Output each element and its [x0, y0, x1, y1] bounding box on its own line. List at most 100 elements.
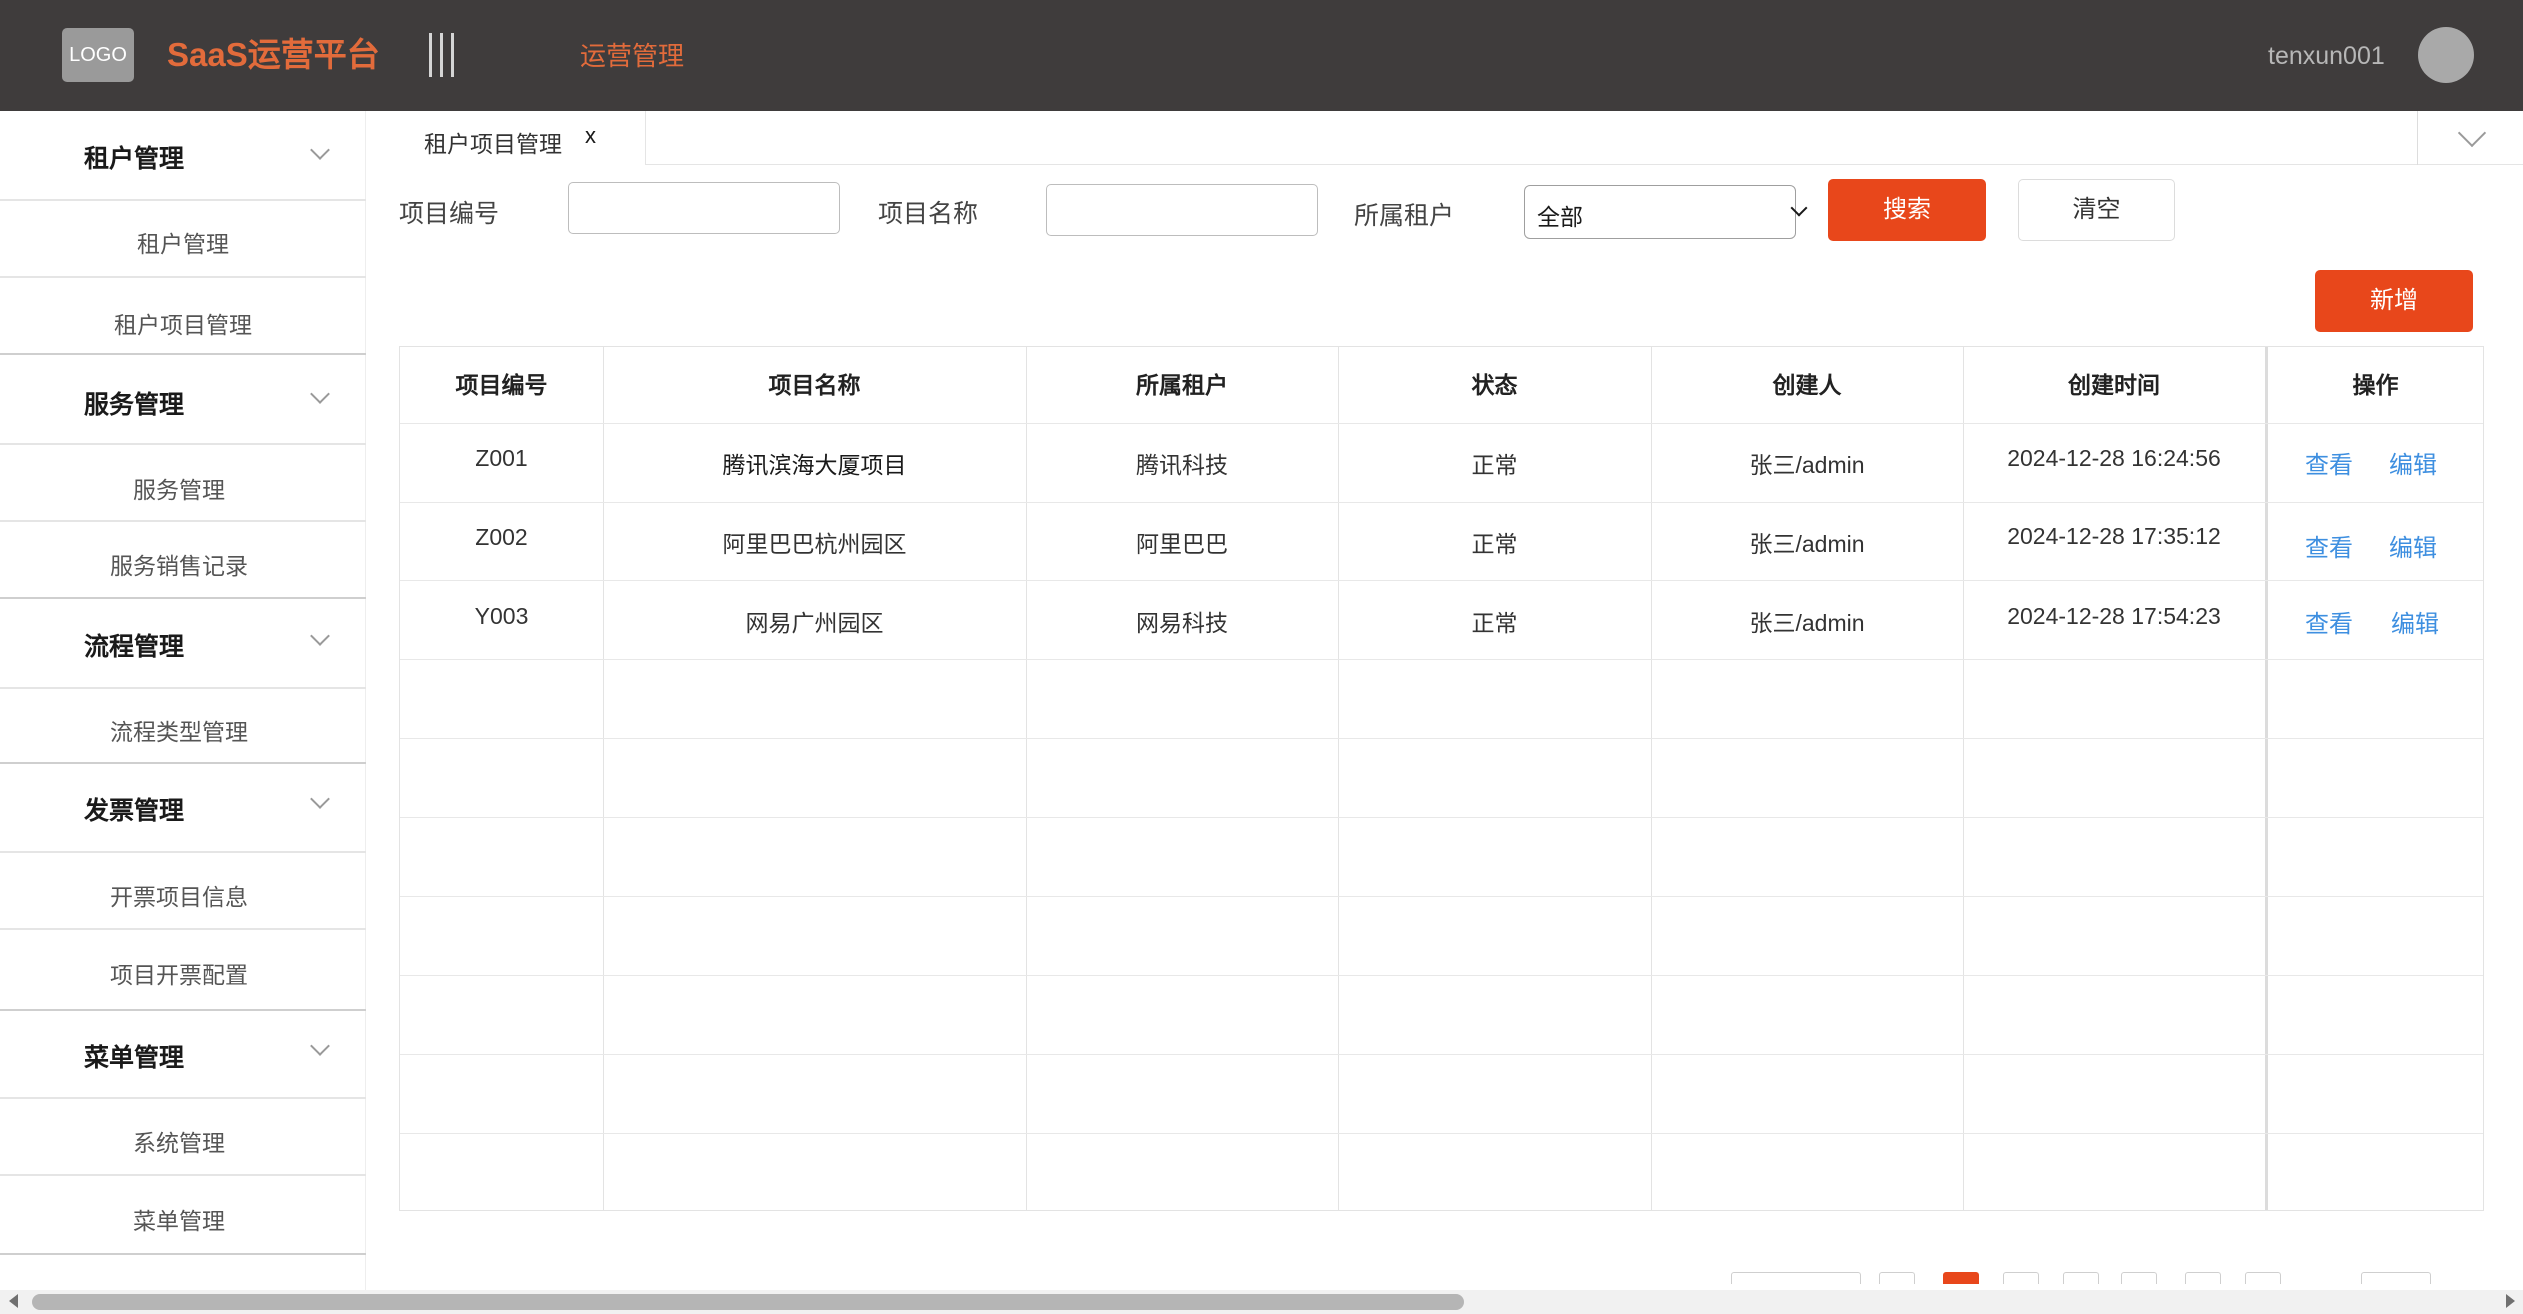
column-header-status: 状态 — [1471, 372, 1518, 398]
prev-page-button[interactable] — [1879, 1272, 1915, 1284]
view-link[interactable]: 查看 — [2305, 445, 2353, 480]
sidebar-item-process-type[interactable]: 流程类型管理 — [0, 689, 366, 773]
tab-label: 租户项目管理 — [424, 131, 562, 157]
sidebar-item-label: 租户项目管理 — [114, 312, 252, 338]
column-header-tenant: 所属租户 — [1136, 372, 1228, 398]
column-header-creator: 创建人 — [1772, 372, 1842, 398]
chevron-down-icon — [310, 140, 330, 160]
menu-toggle-icon[interactable] — [429, 33, 455, 77]
nav-item-operations[interactable]: 运营管理 — [580, 38, 684, 74]
page-button[interactable] — [2003, 1272, 2039, 1284]
avatar[interactable] — [2418, 27, 2474, 83]
sidebar-group-label: 租户管理 — [84, 145, 185, 173]
page-button[interactable] — [2185, 1272, 2221, 1284]
sidebar-group-invoice[interactable]: 发票管理 — [0, 764, 366, 852]
sidebar-group-label: 服务管理 — [84, 391, 185, 419]
sidebar-item-label: 流程类型管理 — [110, 719, 248, 745]
sidebar-group-service[interactable]: 服务管理 — [0, 355, 366, 443]
scrollbar-thumb[interactable] — [32, 1294, 1464, 1310]
sidebar-item-tenant-project[interactable]: 租户项目管理 — [0, 278, 366, 354]
tab-dropdown[interactable] — [2417, 111, 2523, 165]
table-cell-tenant: 阿里巴巴 — [1136, 531, 1228, 557]
table-cell-creator: 张三/admin — [1749, 452, 1865, 478]
sidebar-item-system[interactable]: 系统管理 — [0, 1099, 366, 1175]
tenant-select-value: 全部 — [1537, 204, 1583, 230]
divider — [0, 1253, 366, 1255]
sidebar-item-label: 开票项目信息 — [110, 884, 248, 910]
sidebar-item-label: 服务管理 — [133, 477, 225, 503]
edit-link[interactable]: 编辑 — [2389, 528, 2437, 563]
app-title: SaaS运营平台 — [167, 36, 380, 73]
sidebar-item-service[interactable]: 服务管理 — [0, 445, 366, 521]
logo: LOGO — [62, 28, 134, 82]
column-header-actions: 操作 — [2352, 372, 2399, 398]
page-jump-input[interactable] — [2361, 1272, 2431, 1284]
clear-button[interactable]: 清空 — [2018, 179, 2175, 241]
table-cell-code: Y003 — [474, 603, 529, 629]
project-name-input[interactable] — [1046, 184, 1318, 236]
add-button[interactable]: 新增 — [2315, 270, 2473, 332]
sidebar-item-menu[interactable]: 菜单管理 — [0, 1176, 366, 1252]
sidebar-item-tenant[interactable]: 租户管理 — [0, 201, 366, 277]
table-cell-created-at: 2024-12-28 17:54:23 — [2007, 603, 2221, 629]
project-code-label: 项目编号 — [399, 200, 500, 228]
sidebar-group-label: 菜单管理 — [84, 1044, 185, 1072]
tenant-label: 所属租户 — [1354, 202, 1455, 230]
column-header-created-at: 创建时间 — [2068, 372, 2160, 398]
tab-tenant-project[interactable]: 租户项目管理 x — [368, 111, 646, 165]
table-cell-name: 阿里巴巴杭州园区 — [722, 531, 907, 557]
sidebar-item-invoice-config[interactable]: 项目开票配置 — [0, 930, 366, 1006]
page-button-active[interactable] — [1943, 1272, 1979, 1284]
scroll-left-arrow-icon[interactable] — [9, 1294, 18, 1308]
sidebar-group-process[interactable]: 流程管理 — [0, 599, 366, 687]
project-name-label: 项目名称 — [878, 200, 979, 228]
table-cell-tenant: 网易科技 — [1136, 610, 1228, 636]
column-header-name: 项目名称 — [768, 372, 861, 398]
column-header-code: 项目编号 — [455, 372, 548, 398]
chevron-down-icon — [310, 789, 330, 809]
page-button[interactable] — [2121, 1272, 2157, 1284]
sidebar-item-invoice-info[interactable]: 开票项目信息 — [0, 853, 366, 929]
scroll-right-arrow-icon[interactable] — [2506, 1294, 2515, 1308]
view-link[interactable]: 查看 — [2305, 528, 2353, 563]
sidebar-item-label: 菜单管理 — [133, 1208, 225, 1234]
table-cell-creator: 张三/admin — [1749, 531, 1865, 557]
project-table: 项目编号 项目名称 所属租户 状态 创建人 创建时间 操作 Z001 腾讯滨海大… — [399, 346, 2484, 1211]
search-button[interactable]: 搜索 — [1828, 179, 1986, 241]
close-icon[interactable]: x — [585, 123, 596, 149]
table-cell-status: 正常 — [1471, 531, 1518, 557]
sidebar-item-label: 服务销售记录 — [110, 553, 248, 579]
next-page-button[interactable] — [2245, 1272, 2281, 1284]
chevron-down-icon — [1790, 199, 1808, 217]
edit-link[interactable]: 编辑 — [2389, 445, 2437, 480]
top-header: LOGO SaaS运营平台 运营管理 tenxun001 — [0, 0, 2523, 111]
table-cell-code: Z002 — [475, 524, 528, 550]
sidebar-item-label: 系统管理 — [133, 1130, 225, 1156]
sidebar: 租户管理 租户管理 租户项目管理 服务管理 服务管理 服务销售记录 流程管理 流… — [0, 111, 366, 1291]
table-cell-name: 网易广州园区 — [745, 610, 884, 636]
sidebar-item-label: 项目开票配置 — [110, 962, 248, 988]
username[interactable]: tenxun001 — [2268, 38, 2385, 74]
project-code-input[interactable] — [568, 182, 840, 234]
view-link[interactable]: 查看 — [2305, 604, 2353, 639]
sidebar-group-menu[interactable]: 菜单管理 — [0, 1011, 366, 1099]
sidebar-group-label: 发票管理 — [84, 797, 185, 825]
tenant-select[interactable]: 全部 — [1524, 185, 1808, 239]
chevron-down-icon — [2457, 118, 2487, 148]
table-cell-status: 正常 — [1471, 610, 1518, 636]
table-cell-name: 腾讯滨海大厦项目 — [722, 452, 907, 478]
tab-strip: 租户项目管理 x — [368, 111, 2523, 165]
page-size-select[interactable] — [1731, 1272, 1861, 1284]
table-cell-status: 正常 — [1471, 452, 1518, 478]
table-cell-tenant: 腾讯科技 — [1136, 452, 1228, 478]
chevron-down-icon — [310, 626, 330, 646]
sidebar-group-label: 流程管理 — [84, 633, 185, 661]
sidebar-group-tenant[interactable]: 租户管理 — [0, 111, 366, 199]
chevron-down-icon — [310, 384, 330, 404]
sidebar-item-label: 租户管理 — [137, 231, 229, 257]
sidebar-item-service-sales[interactable]: 服务销售记录 — [0, 522, 366, 598]
page-button[interactable] — [2063, 1272, 2099, 1284]
table-cell-code: Z001 — [475, 445, 528, 471]
edit-link[interactable]: 编辑 — [2391, 604, 2439, 639]
table-cell-created-at: 2024-12-28 16:24:56 — [2007, 445, 2221, 471]
